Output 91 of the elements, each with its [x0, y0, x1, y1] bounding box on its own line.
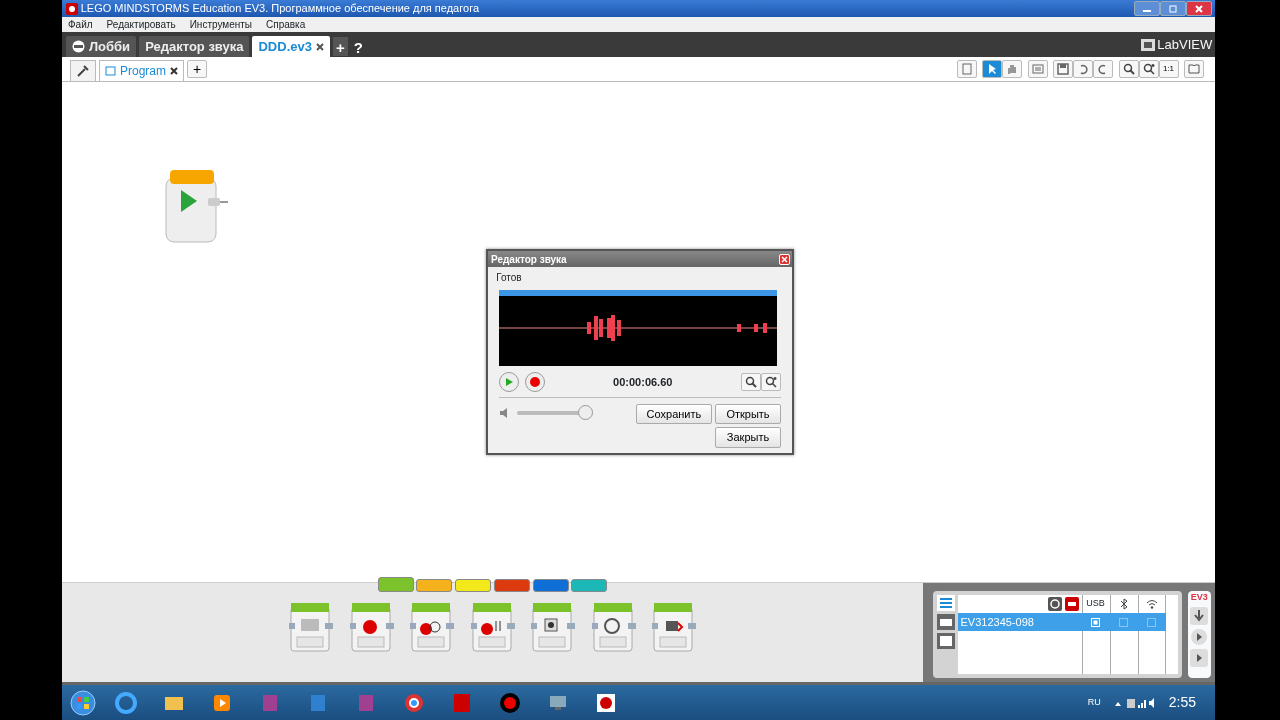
add-program-button[interactable]: +: [187, 60, 207, 79]
device-name: EV312345-098: [959, 614, 1035, 630]
book-button[interactable]: [1184, 60, 1204, 79]
home-icon: [72, 40, 85, 53]
palette-tab[interactable]: [416, 579, 453, 592]
zoom-in-icon: [765, 375, 777, 388]
zoom-in-icon: [1142, 63, 1155, 76]
bluetooth-icon: [1119, 598, 1128, 610]
run-icon[interactable]: [1190, 628, 1209, 646]
redo-button[interactable]: [1093, 60, 1113, 79]
hand-icon: [1006, 63, 1018, 76]
menu-item[interactable]: Инструменты: [189, 17, 253, 32]
zoom-in-button[interactable]: [761, 372, 781, 391]
project-tab[interactable]: DDD.ev3: [252, 36, 330, 57]
language-indicator[interactable]: RU: [1087, 695, 1101, 710]
pointer-icon: [986, 63, 998, 76]
large-motor-block-icon[interactable]: [349, 603, 394, 653]
zoom-out-icon: [745, 375, 757, 388]
palette-tab[interactable]: [455, 579, 492, 592]
minimize-button[interactable]: [1134, 1, 1161, 16]
menu-item[interactable]: Файл: [68, 17, 93, 32]
light-block-icon[interactable]: [652, 603, 696, 653]
pointer-button[interactable]: [982, 60, 1002, 79]
comment-icon: [1031, 63, 1044, 76]
save-button[interactable]: [1053, 60, 1073, 79]
add-tab-button[interactable]: +: [332, 37, 348, 56]
brick-label: EV3: [1190, 591, 1208, 604]
window-icon: [105, 66, 116, 76]
record-icon[interactable]: [498, 690, 522, 715]
menu-item[interactable]: Справка: [266, 17, 306, 32]
time-counter: 00:00:06.60: [612, 374, 674, 390]
start-button[interactable]: [70, 689, 96, 716]
hand-button[interactable]: [1002, 60, 1022, 79]
connection-checkbox[interactable]: [1119, 617, 1128, 627]
connection-checkbox[interactable]: [1147, 617, 1156, 627]
program-tab[interactable]: Program: [99, 60, 184, 81]
window-title: LEGO MINDSTORMS Education EV3. Программное обеспечение для педагога: [80, 1, 480, 17]
close-icon: [315, 42, 324, 51]
zoom-out-icon: [1122, 63, 1135, 76]
logo-icon: [1140, 38, 1155, 51]
zoom-in-button[interactable]: [1138, 60, 1159, 79]
close-icon: [780, 254, 789, 264]
dialog-title: Редактор звука: [491, 252, 567, 267]
save-icon: [1057, 63, 1069, 76]
steering-block-icon[interactable]: [410, 603, 454, 653]
palette-tab[interactable]: [571, 579, 608, 592]
tab-label: Program: [120, 63, 166, 80]
book-icon: [1188, 63, 1200, 76]
wifi-icon: [1145, 599, 1158, 609]
status-text: Готов: [495, 270, 523, 285]
brand-logo: LabVIEW: [1157, 35, 1213, 54]
volume-slider[interactable]: [578, 404, 594, 420]
properties-tab[interactable]: [70, 60, 96, 81]
browser-icon[interactable]: [114, 690, 138, 715]
palette-tab[interactable]: [532, 579, 569, 592]
undo-button[interactable]: [1073, 60, 1093, 79]
play-icon: [504, 376, 514, 387]
project-tab[interactable]: Лобби: [66, 36, 137, 57]
app-icon: [66, 2, 78, 15]
tank-block-icon[interactable]: [470, 603, 515, 653]
palette-tab[interactable]: [377, 577, 414, 592]
zoom-out-button[interactable]: [1118, 60, 1139, 79]
device-list-icon[interactable]: [937, 595, 955, 611]
restore-icon: [1169, 4, 1178, 13]
play-button[interactable]: [499, 371, 519, 392]
close-icon[interactable]: [170, 67, 178, 75]
close-button[interactable]: [1186, 1, 1213, 16]
refresh-icon[interactable]: [1048, 597, 1062, 611]
close-icon: [1195, 4, 1204, 13]
display-block-icon[interactable]: [531, 603, 575, 653]
project-tab[interactable]: Редактор звука: [139, 36, 250, 57]
zoom-reset-button[interactable]: 1:1: [1158, 60, 1179, 79]
clock[interactable]: 2:55: [1168, 692, 1196, 713]
zoom-out-button[interactable]: [741, 372, 761, 391]
palette-tab[interactable]: [493, 579, 530, 592]
disconnect-icon[interactable]: [1064, 597, 1079, 611]
dialog-button[interactable]: Сохранить: [635, 403, 713, 425]
download-icon[interactable]: [1190, 607, 1209, 626]
menu-item[interactable]: Редактировать: [106, 17, 176, 32]
tray-icons[interactable]: [1112, 696, 1157, 709]
record-button[interactable]: [524, 371, 545, 392]
page-icon: [960, 63, 973, 76]
sound-block-icon[interactable]: [591, 603, 636, 653]
start-block-icon: [164, 170, 228, 244]
record-icon: [529, 376, 540, 387]
help-button[interactable]: ?: [350, 37, 366, 56]
wrench-icon: [76, 64, 90, 78]
usb-column-header: USB: [1085, 597, 1106, 611]
dialog-button[interactable]: Открыть: [715, 403, 781, 425]
dialog-button[interactable]: Закрыть: [715, 427, 781, 448]
run-selected-icon[interactable]: [1190, 648, 1209, 667]
